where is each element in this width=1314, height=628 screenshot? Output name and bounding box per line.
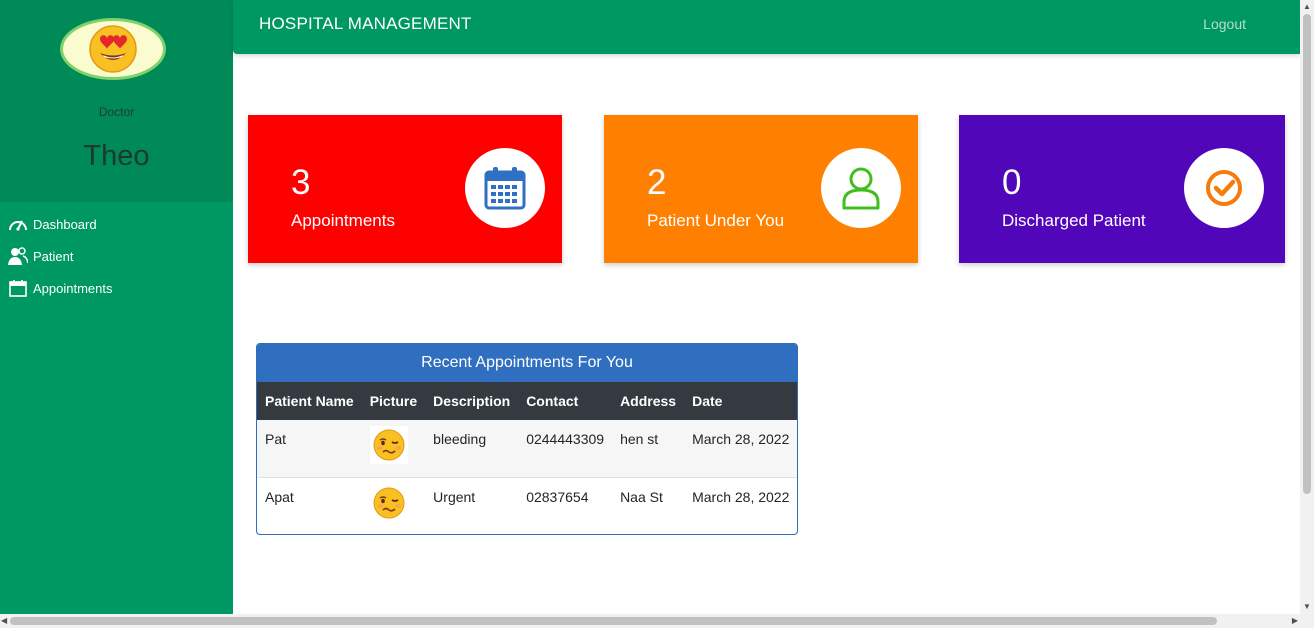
column-header: Address bbox=[620, 393, 677, 409]
sidebar-item-appointments[interactable]: Appointments bbox=[0, 272, 233, 304]
doctor-name: Theo bbox=[83, 140, 150, 172]
vertical-scrollbar-thumb[interactable] bbox=[1303, 14, 1311, 494]
discharged-card: 0 Discharged Patient bbox=[959, 115, 1285, 263]
vertical-scrollbar[interactable]: ▲ ▼ bbox=[1300, 0, 1314, 614]
column-header: Picture bbox=[369, 393, 418, 409]
users-icon bbox=[8, 246, 28, 266]
sidebar-item-patient[interactable]: Patient bbox=[0, 240, 233, 272]
sidebar-item-label: Appointments bbox=[33, 280, 113, 296]
column-header: Description bbox=[433, 393, 511, 409]
appointments-card-label: Appointments bbox=[291, 211, 395, 230]
column-header: Contact bbox=[526, 393, 579, 409]
scroll-left-icon[interactable]: ◀ bbox=[1, 616, 7, 626]
picture-cell bbox=[362, 477, 425, 534]
description-cell: Urgent bbox=[433, 488, 476, 505]
calendar-icon bbox=[8, 278, 28, 298]
sidebar: Doctor Theo Dashboard Patient Appointmen… bbox=[0, 0, 233, 614]
picture-cell bbox=[362, 420, 425, 477]
table-row: Pat bleeding 0244443309 hen st March 28,… bbox=[257, 420, 797, 477]
patients-card: 2 Patient Under You bbox=[604, 115, 918, 263]
date-cell: March 28, 2022 bbox=[692, 431, 790, 447]
discharged-count: 0 bbox=[1002, 163, 1022, 202]
user-icon bbox=[821, 148, 901, 228]
sidebar-item-dashboard[interactable]: Dashboard bbox=[0, 208, 233, 240]
appointments-count: 3 bbox=[291, 163, 311, 202]
address-cell: hen st bbox=[620, 431, 659, 447]
top-navbar: HOSPITAL MANAGEMENT Logout bbox=[233, 0, 1300, 54]
horizontal-scrollbar-thumb[interactable] bbox=[10, 617, 1217, 625]
patients-count: 2 bbox=[647, 163, 667, 202]
patient-name-cell: Apat bbox=[265, 488, 294, 505]
contact-cell: 0244443309 bbox=[526, 431, 605, 447]
discharged-card-label: Discharged Patient bbox=[1002, 211, 1146, 230]
horizontal-scrollbar[interactable]: ◀ ▶ bbox=[0, 614, 1314, 628]
sidebar-nav: Dashboard Patient Appointments bbox=[0, 208, 233, 304]
avatar bbox=[60, 18, 166, 80]
patients-card-label: Patient Under You bbox=[647, 211, 785, 230]
date-cell: March 28, 2022 bbox=[692, 488, 790, 505]
brand-title[interactable]: HOSPITAL MANAGEMENT bbox=[259, 14, 472, 34]
logout-link[interactable]: Logout bbox=[1203, 16, 1246, 32]
contact-cell: 02837654 bbox=[526, 488, 589, 505]
address-cell: Naa St bbox=[620, 488, 663, 505]
calendar-icon bbox=[465, 148, 545, 228]
scroll-down-icon[interactable]: ▼ bbox=[1303, 602, 1311, 612]
speedometer-icon bbox=[8, 214, 28, 234]
table-header-row: Patient Name Picture Description Contact… bbox=[257, 382, 797, 420]
scroll-right-icon[interactable]: ▶ bbox=[1292, 616, 1298, 626]
check-circle-icon bbox=[1184, 148, 1264, 228]
scroll-up-icon[interactable]: ▲ bbox=[1303, 2, 1311, 12]
description-cell: bleeding bbox=[433, 431, 487, 447]
woozy-face-icon bbox=[369, 426, 408, 464]
sidebar-item-label: Patient bbox=[33, 248, 74, 264]
appointments-table: Patient Name Picture Description Contact… bbox=[257, 382, 797, 534]
appointments-card: 3 Appointments bbox=[248, 115, 562, 263]
doctor-role: Doctor bbox=[98, 105, 135, 119]
profile-panel: Doctor Theo bbox=[0, 0, 233, 202]
recent-appointments-title: Recent Appointments For You bbox=[257, 344, 797, 382]
patient-name-cell: Pat bbox=[265, 431, 287, 447]
heart-eyes-emoji-icon bbox=[89, 25, 137, 73]
woozy-face-icon bbox=[369, 483, 408, 522]
sidebar-item-label: Dashboard bbox=[33, 216, 97, 232]
table-row: Apat Urgent 02837654 Naa St March 28, 20… bbox=[257, 477, 797, 534]
column-header: Patient Name bbox=[265, 393, 354, 409]
recent-appointments-panel: Recent Appointments For You Patient Name… bbox=[256, 343, 798, 535]
column-header: Date bbox=[692, 393, 723, 409]
